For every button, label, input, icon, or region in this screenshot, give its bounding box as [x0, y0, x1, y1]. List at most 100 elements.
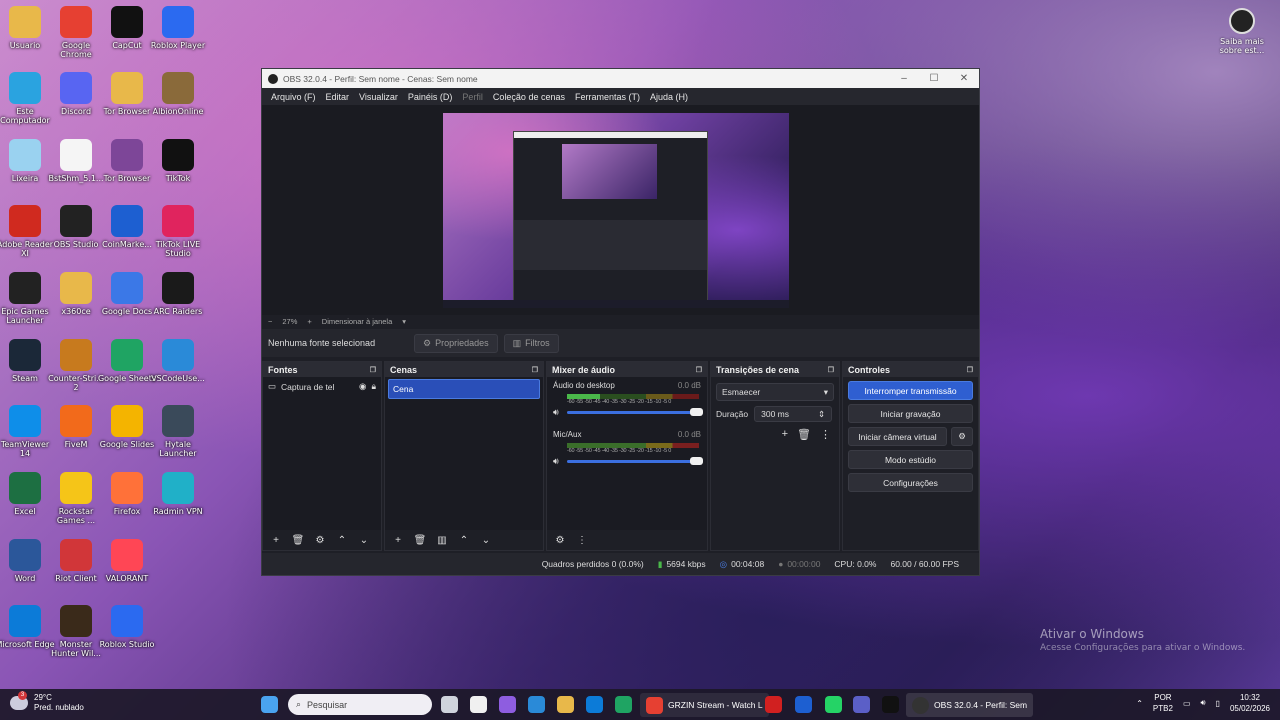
chrome-taskbar-app[interactable]: GRZIN Stream - Watch L: [640, 693, 769, 717]
whatsapp-icon[interactable]: [825, 696, 842, 713]
preview-area[interactable]: [262, 105, 979, 315]
language-indicator[interactable]: POR PTB2: [1153, 692, 1173, 714]
arrow-down-icon[interactable]: ⌄: [477, 535, 495, 546]
virtual-camera-button[interactable]: Iniciar câmera virtual: [848, 427, 947, 446]
vscode-icon[interactable]: [528, 696, 545, 713]
teams-icon[interactable]: [853, 696, 870, 713]
kebab-menu-icon[interactable]: ⋮: [820, 428, 831, 441]
chevron-down-icon[interactable]: ▾: [402, 317, 406, 326]
gear-icon[interactable]: ⚙: [311, 535, 329, 546]
desktop-icon[interactable]: Radmin VPN: [148, 472, 208, 516]
dock-float-icon[interactable]: ❐: [696, 366, 702, 374]
dock-float-icon[interactable]: ❐: [967, 366, 973, 374]
saiba-mais-widget[interactable]: Saiba mais sobre est...: [1212, 8, 1272, 55]
zoom-in-button[interactable]: +: [307, 317, 311, 326]
google-slides-icon: [111, 405, 143, 437]
scene-item[interactable]: Cena: [388, 379, 540, 399]
settings-button[interactable]: Configurações: [848, 473, 973, 492]
minimize-button[interactable]: –: [889, 73, 919, 84]
opera-icon[interactable]: [765, 696, 782, 713]
trash-icon[interactable]: 🗑︎: [289, 535, 307, 546]
desktop-icon[interactable]: VSCodeUse...: [148, 339, 208, 383]
store-icon[interactable]: [470, 696, 487, 713]
advanced-audio-icon[interactable]: ⚙: [551, 535, 569, 546]
menu-perfil[interactable]: Perfil: [457, 92, 488, 102]
menu-ajuda[interactable]: Ajuda (H): [645, 92, 693, 102]
menu-colecao-cenas[interactable]: Coleção de cenas: [488, 92, 570, 102]
add-icon[interactable]: +: [389, 535, 407, 546]
edge-icon[interactable]: [586, 696, 603, 713]
trash-icon[interactable]: 🗑︎: [797, 428, 811, 441]
start-recording-button[interactable]: Iniciar gravação: [848, 404, 973, 423]
properties-button[interactable]: ⚙ Propriedades: [414, 333, 498, 353]
menu-arquivo[interactable]: Arquivo (F): [266, 92, 321, 102]
add-icon[interactable]: +: [267, 535, 285, 546]
kebab-menu-icon[interactable]: ⋮: [573, 535, 591, 546]
gear-icon[interactable]: ⚙: [951, 427, 973, 446]
resize-to-window[interactable]: Dimensionar à janela: [322, 317, 392, 326]
studio-mode-button[interactable]: Modo estúdio: [848, 450, 973, 469]
maximize-button[interactable]: ☐: [919, 73, 949, 84]
volume-slider[interactable]: [567, 457, 703, 465]
bluestacks-icon[interactable]: [795, 696, 812, 713]
chevron-up-icon[interactable]: ⌃: [1136, 699, 1143, 708]
clock[interactable]: 10:32 05/02/2026: [1230, 692, 1270, 714]
menu-editar[interactable]: Editar: [321, 92, 355, 102]
desktop-icon[interactable]: AlbionOnline: [148, 72, 208, 116]
discord-icon: [60, 72, 92, 104]
lock-icon[interactable]: 🔒︎: [371, 381, 376, 392]
dock-float-icon[interactable]: ❐: [828, 366, 834, 374]
search-box[interactable]: ⌕ Pesquisar: [288, 694, 432, 715]
preview-canvas[interactable]: [443, 113, 789, 308]
record-icon: ●: [778, 559, 784, 569]
trash-icon[interactable]: 🗑︎: [411, 535, 429, 546]
fivem-icon: [60, 405, 92, 437]
scene-filter-icon[interactable]: ▥: [433, 535, 451, 546]
source-item[interactable]: ▭ Captura de tel ◉ 🔒︎: [263, 377, 381, 396]
add-icon[interactable]: +: [782, 428, 788, 441]
speaker-icon[interactable]: 🔊︎: [553, 407, 563, 418]
spinner-icon[interactable]: ⇕: [818, 409, 825, 419]
tiktok-icon[interactable]: [882, 696, 899, 713]
volume-icon[interactable]: 🔊︎: [1201, 698, 1206, 708]
desktop-icon[interactable]: Roblox Studio: [97, 605, 157, 649]
dock-float-icon[interactable]: ❐: [532, 366, 538, 374]
task-view-icon[interactable]: [441, 696, 458, 713]
arrow-up-icon[interactable]: ⌃: [333, 535, 351, 546]
file-explorer-icon[interactable]: [557, 696, 574, 713]
copilot-icon[interactable]: [499, 696, 516, 713]
menu-ferramentas[interactable]: Ferramentas (T): [570, 92, 645, 102]
cpu-usage: CPU: 0.0%: [834, 559, 877, 569]
eye-icon[interactable]: ◉: [359, 381, 366, 392]
meter-ticks: -60 -55 -50 -45 -40 -35 -30 -25 -20 -15 …: [567, 399, 672, 405]
desktop-icon-label: VSCodeUse...: [151, 374, 205, 383]
desktop-icon[interactable]: Roblox Player: [148, 6, 208, 50]
zoom-out-button[interactable]: −: [268, 317, 272, 326]
arrow-down-icon[interactable]: ⌄: [355, 535, 373, 546]
arrow-up-icon[interactable]: ⌃: [455, 535, 473, 546]
desktop-icon[interactable]: ARC Raiders: [148, 272, 208, 316]
menu-paineis[interactable]: Painéis (D): [403, 92, 458, 102]
desktop-icon[interactable]: VALORANT: [97, 539, 157, 583]
close-button[interactable]: ✕: [949, 73, 979, 84]
battery-icon[interactable]: ▯: [1216, 699, 1220, 708]
dock-float-icon[interactable]: ❐: [370, 366, 376, 374]
obs-taskbar-app[interactable]: OBS 32.0.4 - Perfil: Sem: [906, 693, 1034, 717]
title-bar: OBS 32.0.4 - Perfil: Sem nome - Cenas: S…: [262, 69, 979, 88]
weather-widget[interactable]: 3 29°C Pred. nublado: [10, 691, 84, 713]
desktop-icon[interactable]: TikTok: [148, 139, 208, 183]
bitrate: ▮ 5694 kbps: [658, 559, 706, 570]
transition-select[interactable]: Esmaecer ▾: [716, 383, 834, 401]
network-icon[interactable]: ▭: [1183, 699, 1191, 708]
volume-slider[interactable]: [567, 408, 703, 416]
speaker-icon[interactable]: 🔊︎: [553, 456, 563, 467]
teamviewer-icon: [9, 405, 41, 437]
duration-input[interactable]: 300 ms ⇕: [754, 406, 833, 422]
menu-visualizar[interactable]: Visualizar: [354, 92, 403, 102]
filters-button[interactable]: ▥ Filtros: [503, 333, 559, 353]
start-button[interactable]: [261, 696, 278, 713]
google-drive-icon[interactable]: [615, 696, 632, 713]
desktop-icon[interactable]: TikTok LIVE Studio: [148, 205, 208, 258]
stop-stream-button[interactable]: Interromper transmissão: [848, 381, 973, 400]
desktop-icon[interactable]: Hytale Launcher: [148, 405, 208, 458]
